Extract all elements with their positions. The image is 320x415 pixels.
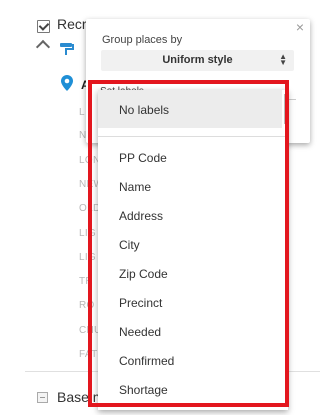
chevron-up-icon[interactable] <box>35 39 51 55</box>
dropdown-option[interactable]: PP Code <box>119 151 167 165</box>
background-list-item: L <box>79 107 85 118</box>
map-pin-icon <box>61 75 73 96</box>
group-places-label: Group places by <box>102 34 183 46</box>
background-list-item: LIG <box>79 228 97 239</box>
dropdown-option[interactable]: Shortage <box>119 383 168 397</box>
group-places-value: Uniform style <box>162 54 233 66</box>
dropdown-option[interactable]: Name <box>119 180 151 194</box>
background-list-item: TR <box>79 276 93 287</box>
background-list-item: FAT <box>79 349 98 360</box>
group-places-select[interactable]: Uniform style ▲ ▼ <box>101 50 294 71</box>
dropdown-separator <box>98 136 288 137</box>
dropdown-option[interactable]: Confirmed <box>119 354 174 368</box>
dropdown-option[interactable]: City <box>119 238 140 252</box>
background-list-item: RO <box>79 300 95 311</box>
dropdown-option[interactable]: Needed <box>119 325 161 339</box>
dropdown-option[interactable]: Zip Code <box>119 267 168 281</box>
close-icon[interactable]: × <box>296 19 304 35</box>
dropdown-option[interactable]: Address <box>119 209 163 223</box>
base-map-checkbox[interactable] <box>37 392 48 403</box>
dropdown-option-selected[interactable]: No labels <box>98 90 282 128</box>
dropdown-scrollbar[interactable] <box>284 94 288 124</box>
select-arrows-icon: ▲ ▼ <box>279 52 287 67</box>
paint-roller-icon[interactable] <box>59 42 75 61</box>
background-list-item: LIG <box>79 252 97 263</box>
dropdown-option[interactable]: Precinct <box>119 296 162 310</box>
layer-visibility-checkbox[interactable] <box>37 20 50 33</box>
layer-title: Recr <box>57 16 87 32</box>
dropdown-option-label: No labels <box>119 103 170 117</box>
set-labels-dropdown: No labels PP Code Name Address City Zip … <box>98 90 288 410</box>
